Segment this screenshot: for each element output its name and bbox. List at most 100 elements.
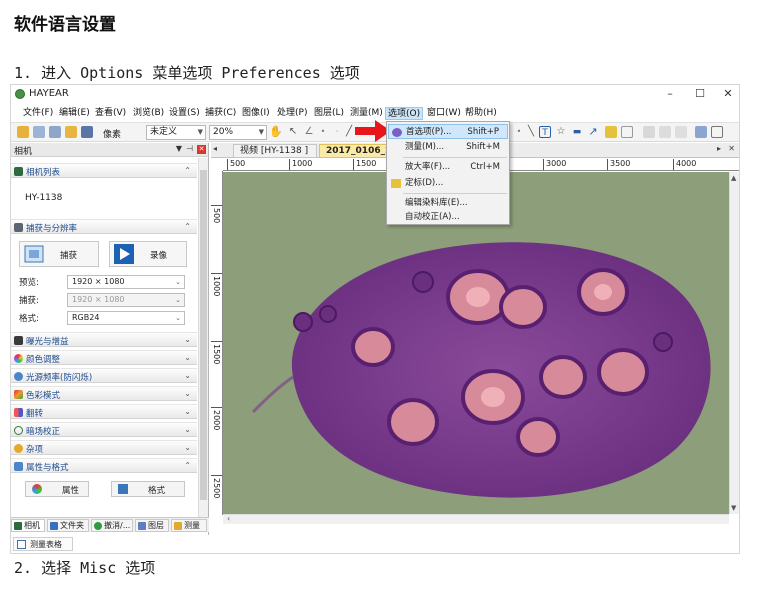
menu-separator bbox=[403, 157, 507, 158]
menu-settings[interactable]: 设置(S) bbox=[167, 107, 202, 120]
calibrate-icon[interactable] bbox=[605, 126, 617, 138]
zoom-select[interactable]: 20% ▼ bbox=[209, 125, 267, 140]
tab-camera[interactable]: 相机 bbox=[11, 519, 45, 532]
tab-close-icon[interactable]: ✕ bbox=[728, 144, 735, 153]
menu-item-label: 测量(M)... bbox=[405, 142, 445, 152]
list-icon[interactable] bbox=[675, 126, 687, 138]
camera-list-item[interactable]: HY-1138 bbox=[25, 193, 62, 203]
tab-layer[interactable]: 图层 bbox=[135, 519, 169, 532]
tab-measure[interactable]: 测量 bbox=[171, 519, 207, 532]
close-button[interactable]: ✕ bbox=[719, 87, 737, 100]
properties-button-label: 属性 bbox=[62, 486, 80, 496]
section-flip[interactable]: 翻转 ⌄ bbox=[11, 404, 197, 419]
menu-layer[interactable]: 图层(L) bbox=[312, 107, 346, 120]
panel-close-icon[interactable]: ✕ bbox=[197, 145, 206, 154]
format-button[interactable]: 格式 bbox=[111, 481, 185, 497]
folder-tab-icon bbox=[50, 522, 58, 530]
angle-icon[interactable]: ∠ bbox=[303, 126, 315, 138]
tab-scroll-right-icon[interactable]: ▸ bbox=[717, 144, 721, 153]
section-properties[interactable]: 属性与格式 ⌃ bbox=[11, 458, 197, 473]
capture-button[interactable]: 捕获 bbox=[19, 241, 99, 267]
frame-icon[interactable] bbox=[621, 126, 633, 138]
scrollbar-thumb[interactable] bbox=[200, 170, 207, 500]
star-icon[interactable]: ☆ bbox=[555, 126, 567, 138]
hand-icon[interactable]: ✋ bbox=[269, 126, 283, 138]
point-icon[interactable]: • bbox=[317, 126, 329, 138]
menu-file[interactable]: 文件(F) bbox=[21, 107, 55, 120]
maximize-button[interactable]: ☐ bbox=[691, 87, 709, 100]
panel-menu-icon[interactable]: ▼ bbox=[176, 144, 182, 153]
menu-item-shortcut: Shift+M bbox=[466, 142, 500, 152]
polyline-icon[interactable]: ╲ bbox=[525, 126, 537, 138]
panel-scrollbar[interactable] bbox=[198, 158, 208, 518]
properties-button[interactable]: 属性 bbox=[25, 481, 89, 497]
pin-icon[interactable]: ⊣ bbox=[186, 144, 193, 153]
save-icon[interactable] bbox=[33, 126, 45, 138]
canvas-vertical-scrollbar[interactable]: ▲ ▼ bbox=[729, 172, 739, 514]
folder-icon[interactable] bbox=[65, 126, 77, 138]
menu-help[interactable]: 帮助(H) bbox=[463, 107, 499, 120]
menu-window[interactable]: 窗口(W) bbox=[425, 107, 463, 120]
menu-process[interactable]: 处理(P) bbox=[275, 107, 309, 120]
measurement-table-label: 测量表格 bbox=[30, 540, 62, 549]
calibration-select[interactable]: 未定义 ▼ bbox=[146, 125, 206, 140]
menu-item-calibration[interactable]: 定标(D)... bbox=[388, 176, 508, 191]
tab-video[interactable]: 视频 [HY-1138 ] bbox=[233, 144, 317, 158]
table-icon[interactable] bbox=[643, 126, 655, 138]
section-capture[interactable]: 捕获与分辨率 ⌃ bbox=[11, 219, 197, 234]
align-icon[interactable] bbox=[659, 126, 671, 138]
line-icon[interactable]: ╱ bbox=[343, 126, 355, 138]
scroll-up-icon[interactable]: ▲ bbox=[731, 174, 736, 182]
section-color-adjust[interactable]: 颜色调整 ⌄ bbox=[11, 350, 197, 365]
section-label: 相机列表 bbox=[26, 168, 61, 178]
minimize-button[interactable]: – bbox=[661, 87, 679, 100]
ruler-tick-label: 500 bbox=[212, 208, 221, 224]
section-camera-list[interactable]: 相机列表 ⌃ bbox=[11, 163, 197, 178]
section-light-frequency[interactable]: 光源频率(防闪烁) ⌄ bbox=[11, 368, 197, 383]
menu-capture[interactable]: 捕获(C) bbox=[203, 107, 238, 120]
grid-icon[interactable] bbox=[81, 126, 93, 138]
menu-browse[interactable]: 浏览(B) bbox=[131, 107, 166, 120]
menu-view[interactable]: 查看(V) bbox=[93, 107, 128, 120]
tab-folder[interactable]: 文件夹 bbox=[47, 519, 89, 532]
section-color-mode[interactable]: 色彩模式 ⌄ bbox=[11, 386, 197, 401]
tab-undo[interactable]: 撤消/... bbox=[91, 519, 133, 532]
scale-bar-icon[interactable]: ▬ bbox=[571, 126, 583, 138]
ruler-tick-label: 1500 bbox=[212, 344, 221, 365]
menu-item-auto-correct[interactable]: 自动校正(A)... bbox=[388, 210, 508, 225]
capture-resolution-select[interactable]: 1920 × 1080 ⌄ bbox=[67, 293, 185, 307]
measure-tab-icon bbox=[174, 522, 182, 530]
menu-item-edit-dye-library[interactable]: 编辑染料库(E)... bbox=[388, 196, 508, 211]
dot-icon[interactable]: · bbox=[331, 126, 343, 138]
menu-edit[interactable]: 编辑(E) bbox=[57, 107, 92, 120]
menu-options[interactable]: 选项(O) bbox=[385, 107, 424, 120]
panel-header: 相机 ▼ ⊣ ✕ bbox=[11, 143, 208, 157]
menu-image[interactable]: 图像(I) bbox=[240, 107, 272, 120]
format-select[interactable]: RGB24 ⌄ bbox=[67, 311, 185, 325]
menu-item-magnification[interactable]: 放大率(F)... Ctrl+M bbox=[388, 160, 508, 175]
window-icon[interactable] bbox=[711, 126, 723, 138]
scroll-left-icon[interactable]: ‹ bbox=[227, 514, 230, 523]
section-dark-field[interactable]: 暗场校正 ⌄ bbox=[11, 422, 197, 437]
layer-icon[interactable] bbox=[695, 126, 707, 138]
section-exposure[interactable]: 曝光与增益 ⌄ bbox=[11, 332, 197, 347]
preview-resolution-select[interactable]: 1920 × 1080 ⌄ bbox=[67, 275, 185, 289]
scroll-down-icon[interactable]: ▼ bbox=[731, 504, 736, 512]
section-misc[interactable]: 杂项 ⌄ bbox=[11, 440, 197, 455]
measurement-table-tab[interactable]: 测量表格 bbox=[13, 537, 73, 551]
save-all-icon[interactable] bbox=[49, 126, 61, 138]
pointer-icon[interactable]: ↖ bbox=[287, 126, 299, 138]
menu-measure[interactable]: 测量(M) bbox=[348, 107, 385, 120]
record-button[interactable]: 录像 bbox=[109, 241, 187, 267]
tab-label: 图层 bbox=[148, 521, 164, 530]
point-icon-2[interactable]: • bbox=[513, 126, 525, 138]
misc-gear-icon bbox=[14, 444, 23, 453]
arrow-icon[interactable]: ↗ bbox=[587, 126, 599, 138]
format-value: RGB24 bbox=[72, 313, 100, 322]
tab-scroll-left-icon[interactable]: ◂ bbox=[213, 144, 217, 153]
canvas-horizontal-scrollbar[interactable]: ‹ bbox=[223, 514, 729, 524]
text-icon[interactable]: T bbox=[539, 126, 551, 138]
menu-item-preferences[interactable]: 首选项(P)... Shift+P bbox=[388, 124, 508, 139]
open-icon[interactable] bbox=[17, 126, 29, 138]
menu-item-measurement[interactable]: 测量(M)... Shift+M bbox=[388, 140, 508, 155]
